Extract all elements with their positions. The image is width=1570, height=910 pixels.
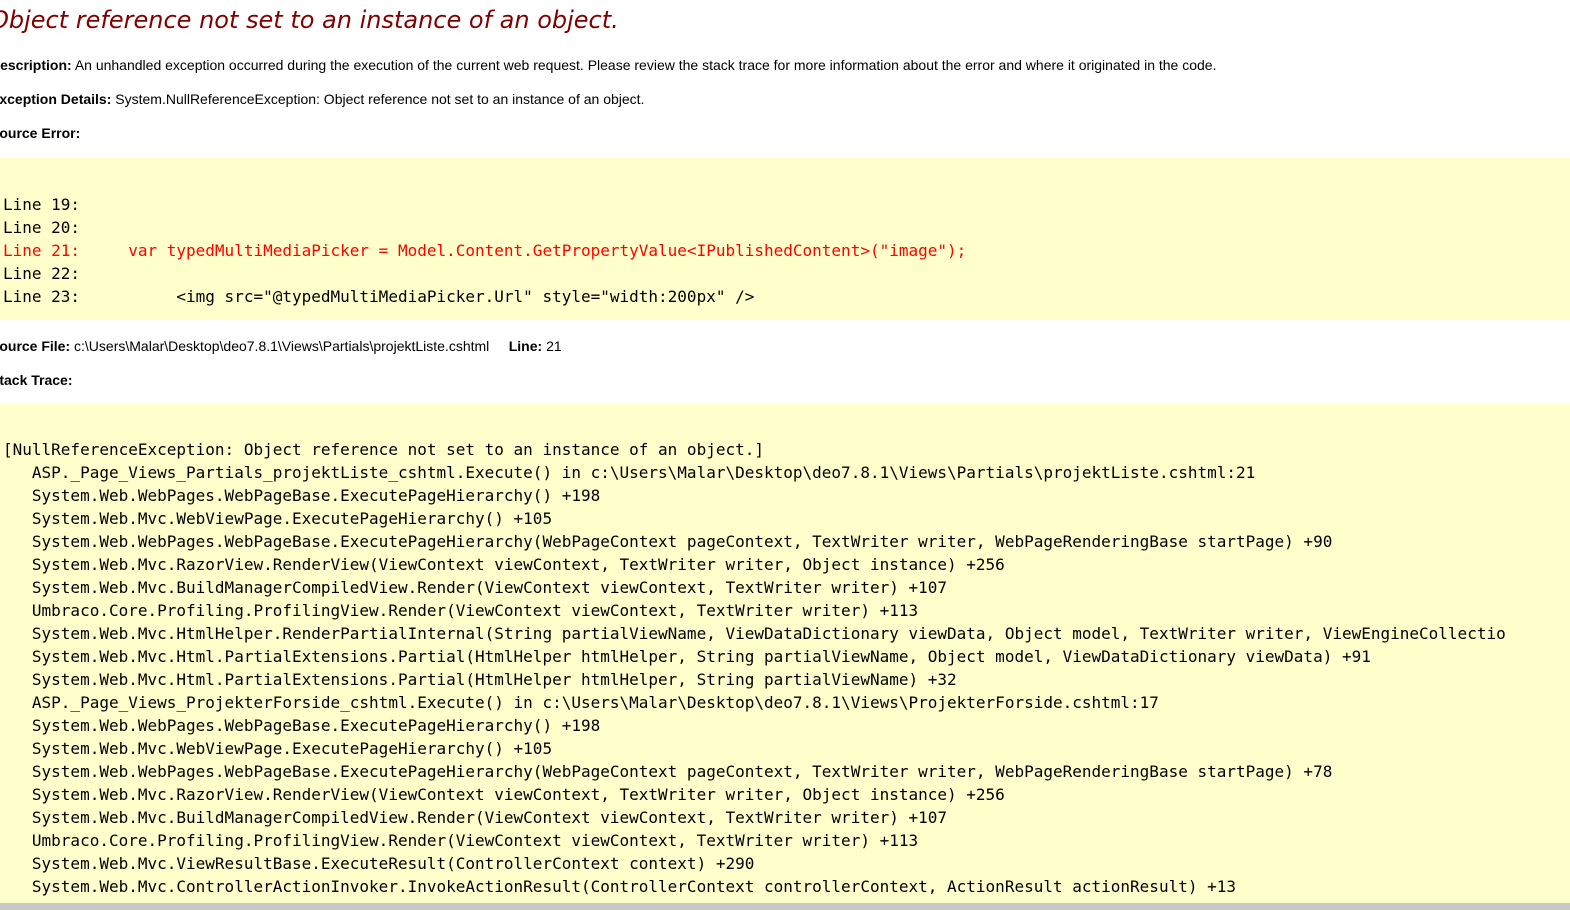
description-label: Description: [0, 57, 72, 73]
horizontal-scrollbar[interactable] [0, 903, 1570, 910]
source-code-panel: Line 19: Line 20: Line 21: var typedMult… [0, 158, 1570, 320]
source-code-line-highlighted: Line 21: var typedMultiMediaPicker = Mod… [3, 241, 967, 260]
source-file-label: Source File: [0, 338, 71, 354]
stack-trace-frame: System.Web.Mvc.WebViewPage.ExecutePageHi… [3, 739, 553, 758]
stack-trace-frame: ASP._Page_Views_Partials_projektListe_cs… [3, 463, 1256, 482]
stack-trace-exception-header: [NullReferenceException: Object referenc… [3, 440, 764, 459]
stack-trace-frame: System.Web.WebPages.WebPageBase.ExecuteP… [3, 762, 1333, 781]
stack-trace-frame: System.Web.WebPages.WebPageBase.ExecuteP… [3, 486, 601, 505]
stack-trace-frame: Umbraco.Core.Profiling.ProfilingView.Ren… [3, 601, 919, 620]
source-code-line: Line 23: <img src="@typedMultiMediaPicke… [3, 287, 755, 306]
stack-trace-frame: System.Web.Mvc.Html.PartialExtensions.Pa… [3, 647, 1371, 666]
stack-trace-frame: System.Web.WebPages.WebPageBase.ExecuteP… [3, 532, 1333, 551]
stack-trace-frame: System.Web.Mvc.WebViewPage.ExecutePageHi… [3, 509, 553, 528]
source-error-heading: Source Error: [0, 125, 80, 141]
stack-trace-heading: Stack Trace: [0, 372, 73, 388]
stack-trace-frame: System.Web.Mvc.ViewResultBase.ExecuteRes… [3, 854, 755, 873]
exception-details-label: Exception Details: [0, 91, 112, 107]
stack-trace-frame: System.Web.Mvc.BuildManagerCompiledView.… [3, 808, 948, 827]
exception-details-line: Exception Details: System.NullReferenceE… [0, 91, 644, 107]
description-line: Description: An unhandled exception occu… [0, 57, 1216, 73]
stack-trace-frame: Umbraco.Core.Profiling.ProfilingView.Ren… [3, 831, 919, 850]
stack-trace-frame: System.Web.Mvc.Html.PartialExtensions.Pa… [3, 670, 957, 689]
source-error-label: Source Error: [0, 125, 81, 141]
line-label: Line: [508, 338, 543, 354]
stack-trace-label: Stack Trace: [0, 372, 73, 388]
source-code-line: Line 22: [3, 264, 81, 283]
error-title: Object reference not set to an instance … [0, 6, 619, 34]
source-file-path: c:\Users\Malar\Desktop\deo7.8.1\Views\Pa… [74, 338, 490, 354]
stack-trace-frame: ASP._Page_Views_ProjekterForside_cshtml.… [3, 693, 1159, 712]
stack-trace-panel: [NullReferenceException: Object referenc… [0, 404, 1570, 910]
source-code-line: Line 20: [3, 218, 81, 237]
source-code-line: Line 19: [3, 195, 81, 214]
source-file-line: Source File: c:\Users\Malar\Desktop\deo7… [0, 338, 562, 354]
line-number: 21 [546, 338, 562, 354]
stack-trace-frame: System.Web.Mvc.BuildManagerCompiledView.… [3, 578, 948, 597]
error-page: Object reference not set to an instance … [0, 0, 1570, 910]
stack-trace-frame: System.Web.Mvc.RazorView.RenderView(View… [3, 785, 1005, 804]
stack-trace-frame: System.Web.Mvc.RazorView.RenderView(View… [3, 555, 1005, 574]
stack-trace-frame: System.Web.Mvc.ControllerActionInvoker.I… [3, 877, 1236, 896]
stack-trace-frame: System.Web.Mvc.HtmlHelper.RenderPartialI… [3, 624, 1506, 643]
description-text: An unhandled exception occurred during t… [74, 57, 1217, 73]
stack-trace-frame: System.Web.WebPages.WebPageBase.ExecuteP… [3, 716, 601, 735]
exception-details-text: System.NullReferenceException: Object re… [115, 91, 645, 107]
